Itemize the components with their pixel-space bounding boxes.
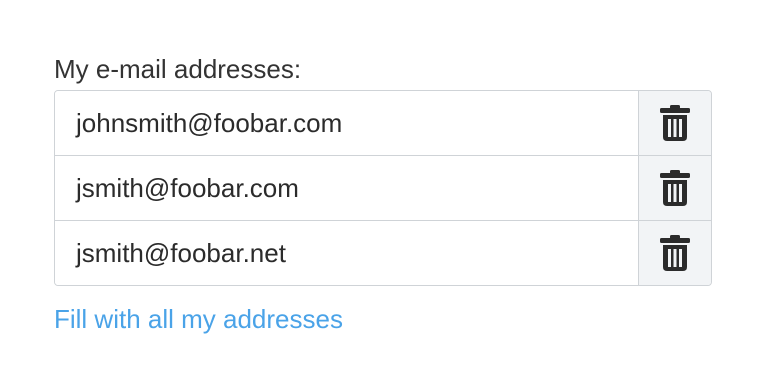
delete-email-button[interactable] — [638, 156, 711, 220]
email-row: jsmith@foobar.com — [55, 155, 711, 220]
email-value: jsmith@foobar.com — [55, 156, 638, 220]
email-addresses-section: My e-mail addresses: johnsmith@foobar.co… — [54, 54, 712, 334]
email-row: jsmith@foobar.net — [55, 220, 711, 285]
delete-email-button[interactable] — [638, 221, 711, 285]
email-value: johnsmith@foobar.com — [55, 91, 638, 155]
trash-icon — [660, 170, 690, 206]
email-row: johnsmith@foobar.com — [55, 91, 711, 155]
trash-icon — [660, 235, 690, 271]
fill-all-addresses-link[interactable]: Fill with all my addresses — [54, 304, 343, 334]
email-list-label: My e-mail addresses: — [54, 54, 302, 84]
delete-email-button[interactable] — [638, 91, 711, 155]
email-value: jsmith@foobar.net — [55, 221, 638, 285]
email-list: johnsmith@foobar.com jsmith@foobar.com j… — [54, 90, 712, 286]
trash-icon — [660, 105, 690, 141]
